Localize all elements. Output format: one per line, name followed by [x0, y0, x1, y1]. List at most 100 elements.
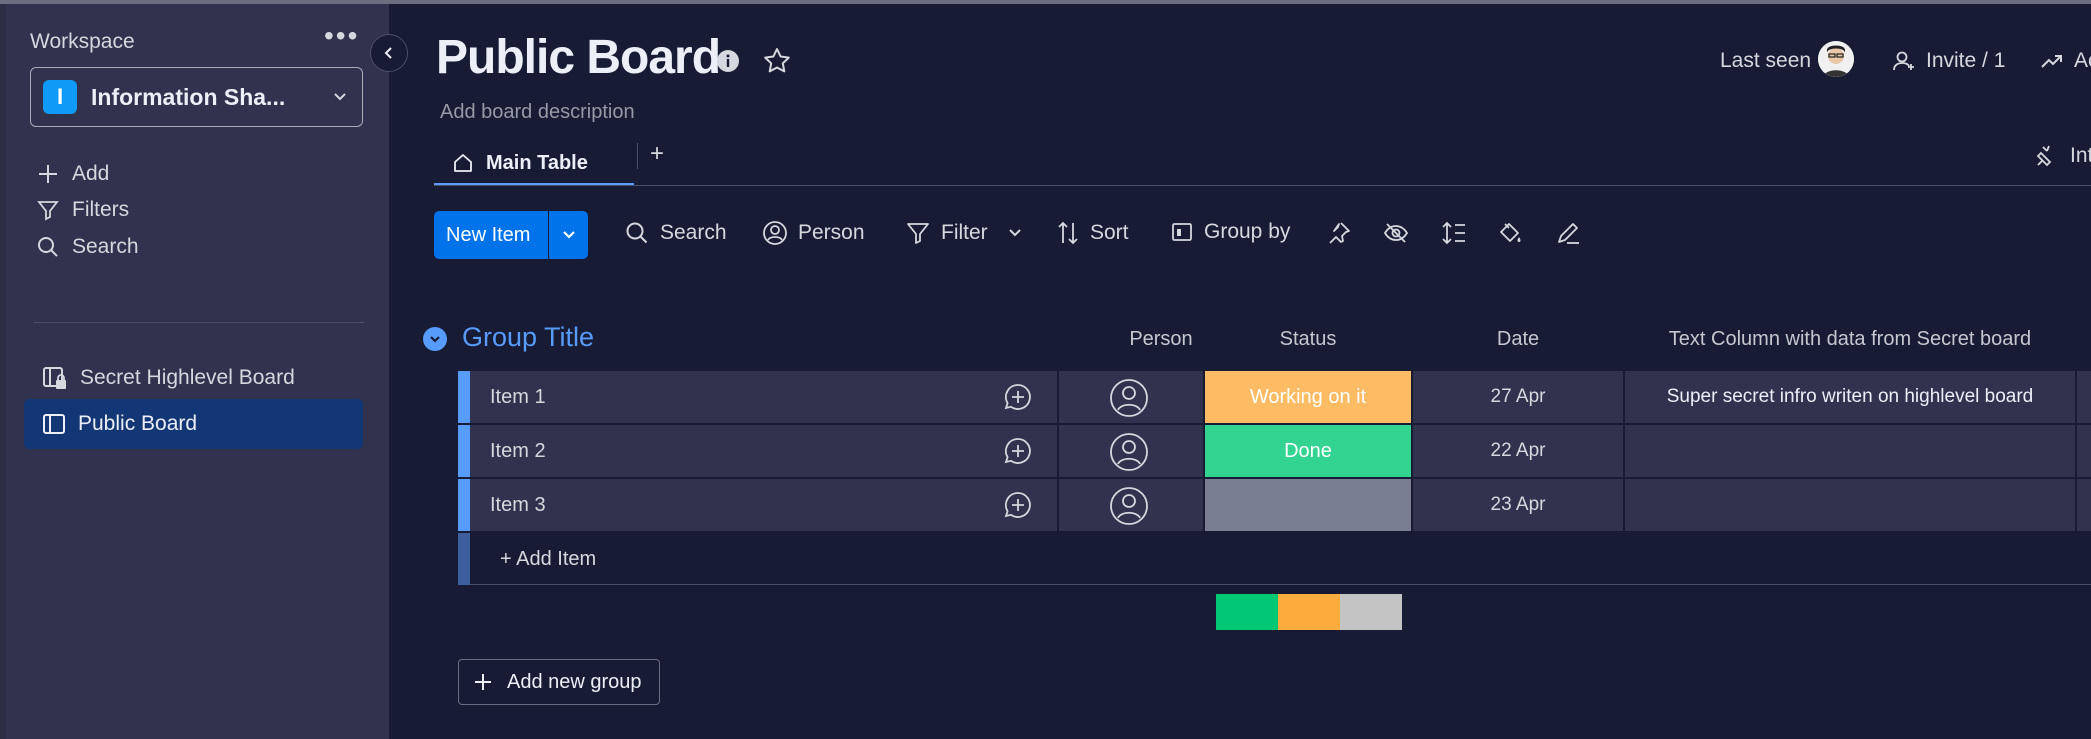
- group-color-bar: [458, 371, 470, 423]
- sidebar: Workspace ••• I Information Sha... Add F…: [6, 4, 389, 739]
- person-placeholder-icon[interactable]: [1109, 378, 1149, 418]
- toolbar-filter-label: Filter: [941, 221, 988, 244]
- group-color-bar: [458, 533, 470, 585]
- workspace-more-icon[interactable]: •••: [324, 22, 359, 50]
- paint-bucket-icon[interactable]: [1497, 220, 1523, 246]
- toolbar-person[interactable]: Person: [762, 220, 865, 246]
- add-item-label[interactable]: + Add Item: [500, 548, 596, 571]
- cell-divider: [1057, 371, 1059, 423]
- cell-divider: [2075, 371, 2077, 423]
- activity-label: Ac: [2074, 49, 2091, 72]
- home-icon: [454, 154, 472, 172]
- pin-icon[interactable]: [1326, 220, 1352, 246]
- sidebar-add[interactable]: Add: [36, 162, 109, 186]
- column-header-text[interactable]: Text Column with data from Secret board: [1625, 328, 2075, 351]
- toolbar-search[interactable]: Search: [624, 220, 727, 246]
- add-update-icon[interactable]: [1003, 382, 1033, 412]
- column-header-date[interactable]: Date: [1413, 328, 1623, 351]
- add-new-group-button[interactable]: Add new group: [458, 659, 660, 705]
- star-icon[interactable]: [762, 46, 792, 76]
- date-cell[interactable]: 27 Apr: [1413, 371, 1623, 423]
- activity-button[interactable]: Ac: [2040, 49, 2091, 73]
- last-seen-label[interactable]: Last seen: [1720, 49, 1811, 73]
- text-cell[interactable]: Super secret infro writen on highlevel b…: [1625, 371, 2075, 423]
- group-title[interactable]: Group Title: [462, 322, 594, 353]
- new-item-button[interactable]: New Item: [434, 211, 588, 259]
- workspace-label: Workspace: [30, 30, 135, 53]
- status-summary-segment: [1339, 594, 1402, 630]
- add-update-icon[interactable]: [1003, 490, 1033, 520]
- plus-icon: [39, 165, 57, 183]
- sidebar-filters-label: Filters: [72, 198, 130, 221]
- sidebar-board-label: Secret Highlevel Board: [80, 366, 295, 389]
- locked-board-icon: [43, 367, 66, 389]
- text-cell[interactable]: [1625, 479, 2075, 531]
- toolbar-search-label: Search: [660, 221, 727, 244]
- status-summary-segment: [1277, 594, 1340, 630]
- status-badge[interactable]: Done: [1205, 425, 1411, 477]
- status-summary-bar[interactable]: [1216, 594, 1402, 630]
- chevron-down-icon: [334, 93, 346, 101]
- board-title[interactable]: Public Board: [436, 30, 721, 85]
- add-item-row[interactable]: + Add Item: [458, 533, 2091, 585]
- plus-icon: [475, 674, 491, 690]
- sort-icon: [1058, 221, 1078, 245]
- person-placeholder-icon[interactable]: [1109, 486, 1149, 526]
- info-icon[interactable]: [716, 49, 740, 73]
- date-cell[interactable]: 22 Apr: [1413, 425, 1623, 477]
- sidebar-board-public[interactable]: Public Board: [24, 399, 363, 449]
- text-cell[interactable]: [1625, 425, 2075, 477]
- table-row[interactable]: Item 1 Working on it 27 Apr Super secret…: [458, 371, 2091, 423]
- person-placeholder-icon[interactable]: [1109, 432, 1149, 472]
- group-color-bar: [458, 425, 470, 477]
- hide-icon[interactable]: [1383, 220, 1409, 246]
- sidebar-board-label: Public Board: [78, 412, 198, 435]
- cell-divider: [1057, 425, 1059, 477]
- invite-button[interactable]: Invite / 1: [1892, 49, 2005, 73]
- toolbar-filter[interactable]: Filter: [905, 220, 1024, 246]
- toolbar-group-by[interactable]: Group by: [1170, 220, 1290, 244]
- sidebar-board-secret-highlevel[interactable]: Secret Highlevel Board: [24, 353, 363, 403]
- date-cell[interactable]: 23 Apr: [1413, 479, 1623, 531]
- plug-icon: [2036, 145, 2052, 167]
- search-icon: [626, 222, 648, 244]
- chevron-down-icon[interactable]: [1006, 224, 1024, 242]
- status-badge[interactable]: Working on it: [1205, 371, 1411, 423]
- sidebar-filters[interactable]: Filters: [36, 198, 129, 222]
- table-row[interactable]: Item 3 23 Apr: [458, 479, 2091, 531]
- sidebar-search-label: Search: [72, 235, 139, 258]
- status-badge[interactable]: [1205, 479, 1411, 531]
- new-item-dropdown[interactable]: [549, 226, 588, 244]
- group-color-bar: [458, 479, 470, 531]
- tab-main-table[interactable]: Main Table: [434, 140, 634, 186]
- cell-divider: [1057, 479, 1059, 531]
- add-update-icon[interactable]: [1003, 436, 1033, 466]
- avatar[interactable]: [1818, 41, 1854, 77]
- add-view-button[interactable]: +: [650, 140, 664, 168]
- table-row[interactable]: Item 2 Done 22 Apr: [458, 425, 2091, 477]
- add-person-icon: [1893, 51, 1914, 71]
- board-description[interactable]: Add board description: [440, 101, 635, 124]
- toolbar-sort-label: Sort: [1090, 221, 1129, 244]
- item-name[interactable]: Item 2: [490, 440, 546, 463]
- row-height-icon[interactable]: [1441, 220, 1467, 246]
- toolbar-sort[interactable]: Sort: [1056, 220, 1129, 246]
- add-new-group-label: Add new group: [507, 670, 642, 693]
- workspace-name: Information Sha...: [91, 83, 286, 110]
- integrate-button[interactable]: Int: [2034, 143, 2091, 169]
- workspace-selector[interactable]: I Information Sha...: [30, 67, 363, 127]
- item-name[interactable]: Item 3: [490, 494, 546, 517]
- tabs-divider: [434, 185, 2091, 186]
- toolbar-group-by-label: Group by: [1204, 220, 1291, 243]
- integrate-label: Int: [2070, 144, 2091, 167]
- pen-icon[interactable]: [1555, 220, 1581, 246]
- new-item-label: New Item: [446, 223, 531, 246]
- group-by-icon: [1172, 223, 1192, 241]
- item-name[interactable]: Item 1: [490, 386, 546, 409]
- column-header-status[interactable]: Status: [1205, 328, 1411, 351]
- user-avatar-icon: [1818, 41, 1854, 77]
- sidebar-search[interactable]: Search: [36, 235, 139, 259]
- collapse-sidebar-button[interactable]: [370, 34, 408, 72]
- group-collapse-toggle[interactable]: [423, 327, 447, 351]
- chevron-down-icon: [430, 336, 440, 343]
